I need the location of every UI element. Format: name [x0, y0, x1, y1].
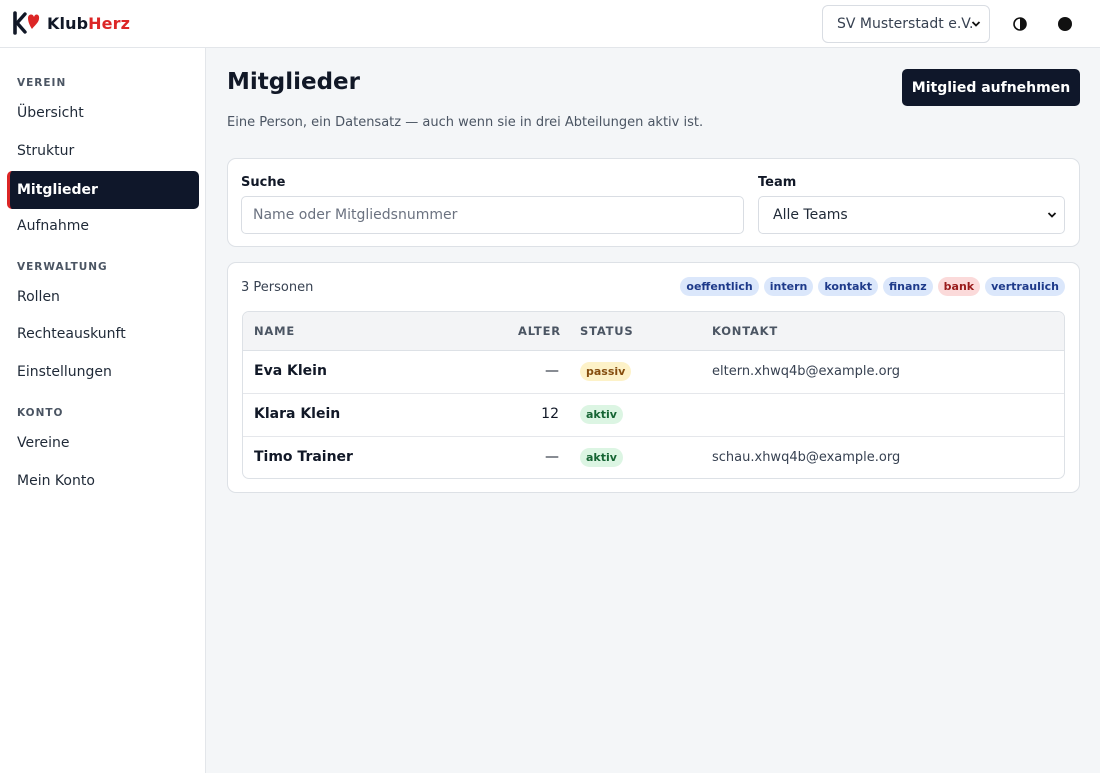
member-age: — [545, 449, 559, 465]
top-bar: KlubHerz SV Musterstadt e.V. [0, 0, 1100, 48]
tag-intern: intern [763, 277, 814, 296]
member-contact[interactable]: eltern.xhwq4b@example.org [712, 364, 900, 379]
chevron-down-icon [1047, 212, 1057, 218]
table-row[interactable]: Klara Klein 12 aktiv [243, 394, 1064, 437]
team-label: Team [758, 175, 797, 190]
sidebar-section-verein: VEREIN [17, 77, 67, 89]
club-select[interactable]: SV Musterstadt e.V. [822, 5, 990, 43]
tag-vertraulich: vertraulich [985, 277, 1065, 296]
search-input[interactable] [241, 196, 744, 234]
sidebar-item-uebersicht[interactable]: Übersicht [7, 94, 199, 132]
tag-oeffentlich: oeffentlich [680, 277, 759, 296]
sidebar: VEREIN Übersicht Struktur Mitglieder Auf… [0, 48, 206, 773]
sidebar-item-aufnahme[interactable]: Aufnahme [7, 207, 199, 245]
status-badge: passiv [580, 362, 632, 381]
column-header-contact[interactable]: KONTAKT [712, 324, 778, 338]
table-row[interactable]: Eva Klein — passiv eltern.xhwq4b@example… [243, 351, 1064, 394]
member-count: 3 Personen [241, 280, 314, 295]
sidebar-section-verwaltung: VERWALTUNG [17, 261, 108, 273]
sidebar-item-struktur[interactable]: Struktur [7, 132, 199, 170]
user-dot-icon[interactable] [1058, 17, 1072, 31]
logo[interactable]: KlubHerz [13, 11, 130, 35]
column-header-status[interactable]: STATUS [580, 324, 634, 338]
sidebar-item-einstellungen[interactable]: Einstellungen [7, 353, 199, 391]
sidebar-item-vereine[interactable]: Vereine [7, 424, 199, 462]
main-content: Mitglieder Mitglied aufnehmen Eine Perso… [206, 48, 1100, 773]
club-select-value: SV Musterstadt e.V. [837, 16, 974, 32]
column-header-age[interactable]: ALTER [518, 324, 561, 338]
table-header: NAME ALTER STATUS KONTAKT [243, 312, 1064, 351]
sidebar-item-rechteauskunft[interactable]: Rechteauskunft [7, 315, 199, 353]
filter-card: Suche Team Alle Teams [227, 158, 1080, 247]
members-card: 3 Personen oeffentlich intern kontakt fi… [227, 262, 1080, 493]
tag-bank: bank [937, 277, 981, 296]
member-name[interactable]: Eva Klein [254, 363, 327, 379]
status-badge: aktiv [580, 405, 623, 424]
sidebar-item-rollen[interactable]: Rollen [7, 278, 199, 316]
chevron-down-icon [971, 21, 981, 27]
sidebar-section-konto: KONTO [17, 407, 64, 419]
members-table: NAME ALTER STATUS KONTAKT Eva Klein — pa… [242, 311, 1065, 479]
status-badge: aktiv [580, 448, 623, 467]
search-label: Suche [241, 175, 286, 190]
member-age: — [545, 363, 559, 379]
page-subtitle: Eine Person, ein Datensatz — auch wenn s… [227, 115, 704, 130]
member-name[interactable]: Klara Klein [254, 406, 340, 422]
tag-finanz: finanz [883, 277, 933, 296]
table-row[interactable]: Timo Trainer — aktiv schau.xhwq4b@exampl… [243, 437, 1064, 478]
page-title: Mitglieder [227, 69, 361, 95]
member-name[interactable]: Timo Trainer [254, 449, 353, 465]
visibility-tags: oeffentlich intern kontakt finanz bank v… [680, 277, 1065, 296]
brand-name: KlubHerz [47, 13, 130, 33]
sidebar-item-mein-konto[interactable]: Mein Konto [7, 462, 199, 500]
member-age: 12 [541, 406, 559, 422]
add-member-button[interactable]: Mitglied aufnehmen [902, 69, 1080, 106]
member-contact[interactable]: schau.xhwq4b@example.org [712, 450, 900, 465]
klubherz-logo-icon [13, 11, 40, 35]
team-select-value: Alle Teams [773, 207, 848, 223]
column-header-name[interactable]: NAME [254, 324, 295, 338]
team-select[interactable]: Alle Teams [758, 196, 1065, 234]
contrast-icon[interactable] [1012, 16, 1028, 32]
sidebar-item-mitglieder[interactable]: Mitglieder [7, 171, 199, 209]
tag-kontakt: kontakt [818, 277, 879, 296]
